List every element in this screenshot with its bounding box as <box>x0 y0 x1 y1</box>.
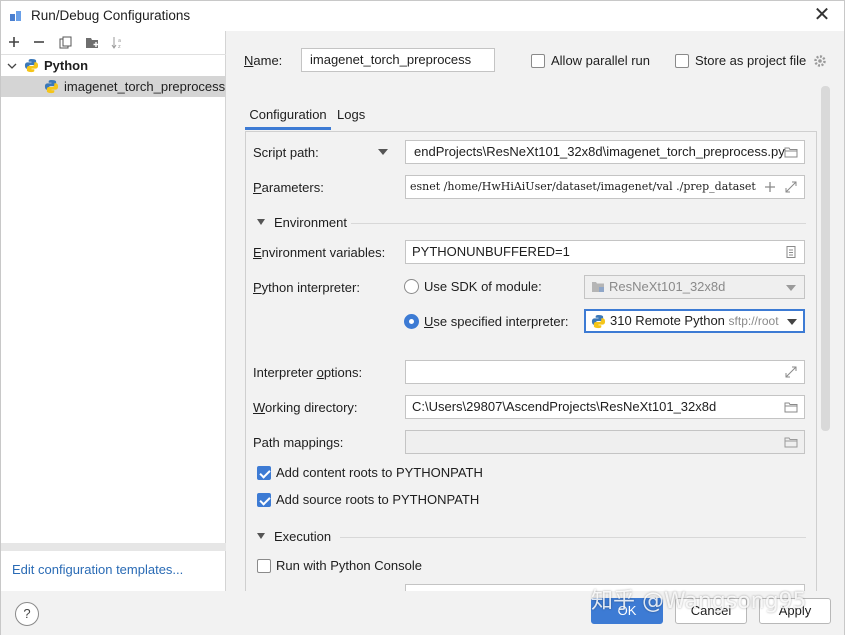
script-path-label: Script path: <box>253 145 319 160</box>
add-macro-icon[interactable] <box>764 181 776 193</box>
config-tree-panel: az Python imagenet_torch_preprocess Edit… <box>1 31 226 591</box>
expand-icon[interactable] <box>784 180 798 194</box>
folder-icon[interactable] <box>784 400 798 414</box>
name-input[interactable]: imagenet_torch_preprocess <box>301 48 495 72</box>
run-debug-icon <box>10 11 21 21</box>
working-dir-label: Working directory: <box>253 400 358 415</box>
execution-collapse-icon[interactable] <box>257 533 265 539</box>
svg-text:z: z <box>118 44 121 49</box>
folder-icon[interactable] <box>784 145 798 159</box>
path-mappings-label: Path mappings: <box>253 435 344 450</box>
add-source-roots-checkbox[interactable] <box>257 493 271 507</box>
tree-horizontal-scrollbar[interactable] <box>1 543 226 551</box>
store-project-label: Store as project file <box>695 53 807 68</box>
folder-icon <box>784 437 798 448</box>
gear-icon[interactable] <box>813 54 827 68</box>
parameters-label: Parameters: <box>253 180 324 195</box>
run-debug-dialog: Run/Debug Configurations ✕ az Python ima… <box>0 0 845 635</box>
chevron-down-icon <box>787 319 797 325</box>
watermark: 知乎 @Wangsong95 <box>591 589 807 614</box>
environment-section-title: Environment <box>274 215 347 230</box>
sdk-module-select[interactable]: ResNeXt101_32x8d <box>584 275 805 299</box>
path-mappings-input[interactable] <box>405 430 805 454</box>
config-editor: Name: imagenet_torch_preprocess Allow pa… <box>227 31 844 601</box>
help-button[interactable]: ? <box>15 602 39 626</box>
chevron-down-icon <box>786 285 796 291</box>
interpreter-select[interactable]: 310 Remote Python sftp://root <box>584 309 805 333</box>
python-interpreter-label: Python interpreter: <box>253 280 360 295</box>
script-path-input[interactable]: endProjects\ResNeXt101_32x8d\imagenet_to… <box>405 140 805 164</box>
list-edit-icon[interactable] <box>784 245 798 259</box>
interp-options-input[interactable] <box>405 360 805 384</box>
interpreter-suffix: sftp://root <box>728 314 779 328</box>
execution-section-title: Execution <box>274 529 332 544</box>
use-specified-radio[interactable] <box>404 314 419 329</box>
env-vars-label: Environment variables: <box>253 245 386 260</box>
remote-python-icon <box>591 314 606 329</box>
sort-icon[interactable]: az <box>109 33 127 51</box>
working-dir-input[interactable]: C:\Users\29807\AscendProjects\ResNeXt101… <box>405 395 805 419</box>
close-icon[interactable]: ✕ <box>812 5 832 25</box>
add-source-roots-label: Add source roots to PYTHONPATH <box>276 492 480 507</box>
window-title: Run/Debug Configurations <box>31 8 191 23</box>
tree-group-label: Python <box>44 58 89 73</box>
environment-collapse-icon[interactable] <box>257 219 265 225</box>
folder-add-icon[interactable] <box>83 33 101 51</box>
config-tree: Python imagenet_torch_preprocess <box>1 54 226 97</box>
use-sdk-label: Use SDK of module: <box>424 279 542 294</box>
interp-options-label: Interpreter options: <box>253 365 363 380</box>
python-icon <box>24 58 39 73</box>
use-specified-label: Use specified interpreter: <box>424 314 569 329</box>
tree-toolbar: az <box>1 31 226 53</box>
tab-configuration[interactable]: Configuration <box>245 104 331 130</box>
allow-parallel-checkbox[interactable] <box>531 54 545 68</box>
add-content-roots-checkbox[interactable] <box>257 466 271 480</box>
section-divider <box>340 537 806 538</box>
editor-vertical-scrollbar[interactable] <box>821 86 830 431</box>
script-type-dropdown-icon[interactable] <box>378 149 388 155</box>
expand-icon[interactable] <box>784 365 798 379</box>
title-bar: Run/Debug Configurations ✕ <box>1 1 844 31</box>
copy-icon[interactable] <box>56 33 74 51</box>
section-divider <box>351 223 806 224</box>
add-icon[interactable] <box>5 33 23 51</box>
run-with-console-label: Run with Python Console <box>276 558 422 573</box>
edit-templates-link[interactable]: Edit configuration templates... <box>12 562 183 577</box>
run-with-console-checkbox[interactable] <box>257 559 271 573</box>
module-folder-icon <box>592 282 604 292</box>
configuration-panel: Script path: endProjects\ResNeXt101_32x8… <box>245 131 817 601</box>
store-project-checkbox[interactable] <box>675 54 689 68</box>
chevron-down-icon[interactable] <box>7 61 17 71</box>
name-label: Name: <box>244 53 283 68</box>
tab-logs[interactable]: Logs <box>337 104 369 130</box>
tree-item-label: imagenet_torch_preprocess <box>64 79 226 94</box>
tree-item-config[interactable]: imagenet_torch_preprocess <box>1 76 226 97</box>
use-sdk-radio[interactable] <box>404 279 419 294</box>
parameters-input[interactable]: esnet /home/HwHiAiUser/dataset/imagenet/… <box>405 175 805 199</box>
add-content-roots-label: Add content roots to PYTHONPATH <box>276 465 483 480</box>
python-config-icon <box>44 79 59 94</box>
remove-icon[interactable] <box>30 33 48 51</box>
env-vars-input[interactable]: PYTHONUNBUFFERED=1 <box>405 240 805 264</box>
tree-group-python[interactable]: Python <box>1 55 226 76</box>
allow-parallel-label: Allow parallel run <box>551 53 650 68</box>
